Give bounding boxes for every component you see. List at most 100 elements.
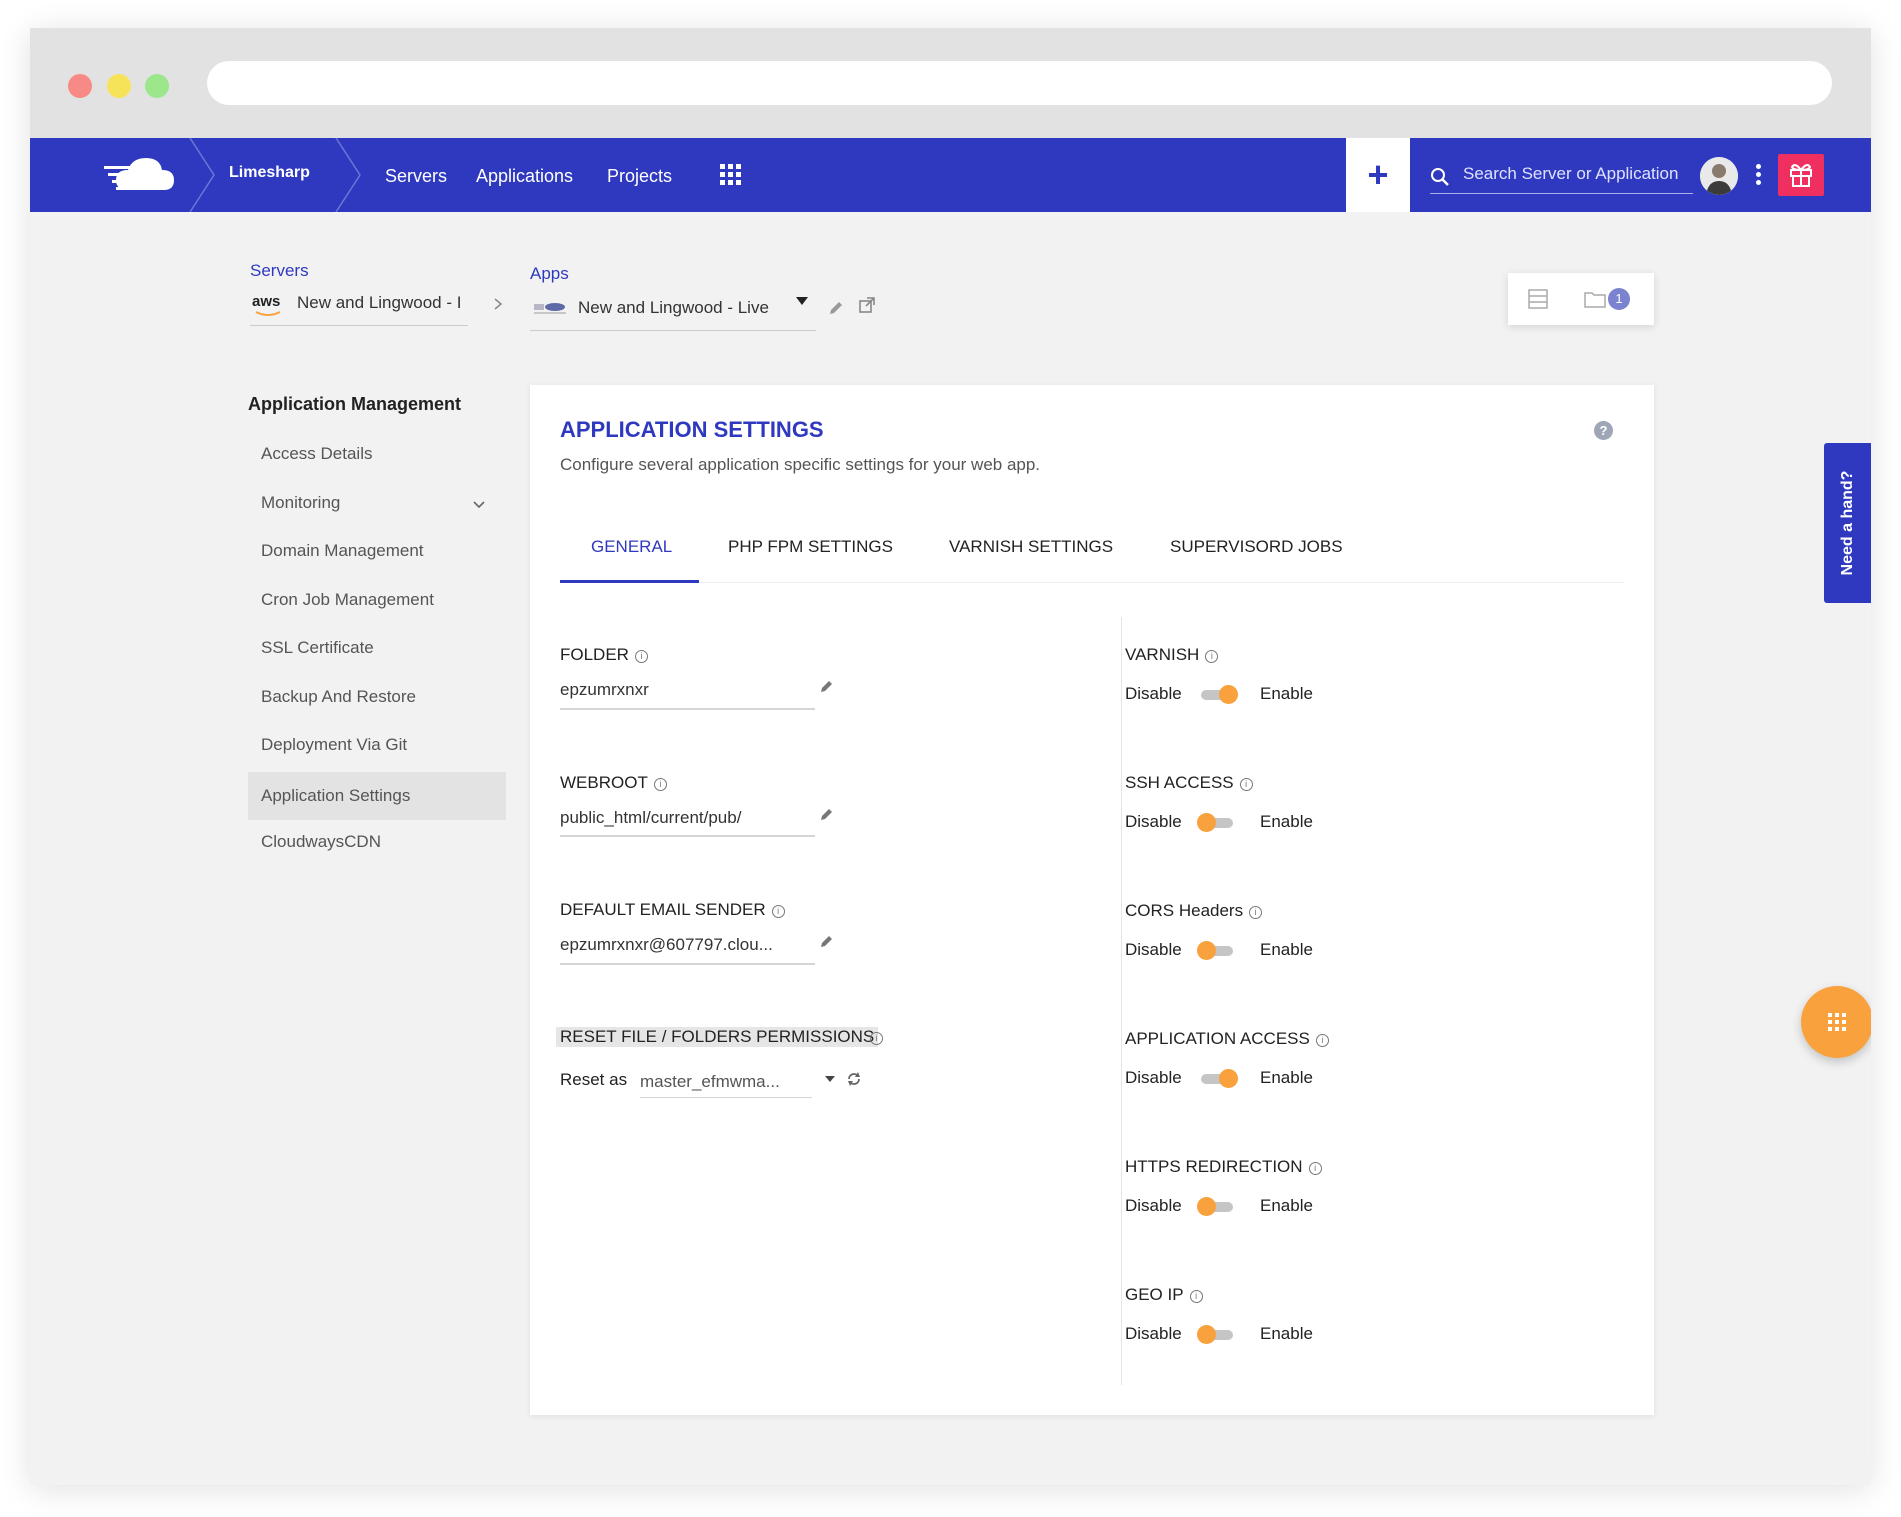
info-icon[interactable]: i (1205, 650, 1219, 663)
application-access-toggle-knob[interactable] (1219, 1069, 1238, 1088)
tabs-divider (560, 582, 1624, 583)
breadcrumb-apps-label: Apps (530, 264, 569, 283)
cors-headers-toggle-knob[interactable] (1197, 941, 1216, 960)
chevron-right-icon (494, 298, 503, 310)
aws-provider-icon: aws (252, 293, 281, 310)
edit-pencil-icon[interactable] (828, 300, 844, 316)
application-access-disable-label: Disable (1125, 1068, 1182, 1087)
info-icon[interactable]: i (870, 1032, 883, 1045)
php-stack-icon (534, 303, 566, 314)
nav-link-projects[interactable]: Projects (607, 166, 672, 187)
sidebar-item-domain-management[interactable]: Domain Management (248, 527, 506, 575)
application-settings-card: APPLICATION SETTINGS Configure several a… (530, 385, 1654, 1415)
chevron-down-icon[interactable] (472, 500, 486, 510)
sidebar-item-application-settings[interactable]: Application Settings (248, 772, 506, 820)
external-link-icon[interactable] (858, 296, 876, 314)
application-access-label: APPLICATION ACCESS i (1125, 1029, 1329, 1049)
avatar[interactable] (1700, 157, 1738, 195)
folder-icon[interactable] (1584, 290, 1606, 308)
page-title: APPLICATION SETTINGS (560, 417, 824, 442)
search-icon (1431, 168, 1449, 186)
nav-link-applications[interactable]: Applications (476, 166, 573, 187)
sidebar-item-backup-and-restore[interactable]: Backup And Restore (248, 673, 506, 721)
minimize-window-icon[interactable] (107, 74, 131, 98)
close-window-icon[interactable] (68, 74, 92, 98)
cors-headers-label: CORS Headers i (1125, 901, 1263, 921)
sidebar-item-cron-job-management[interactable]: Cron Job Management (248, 576, 506, 624)
view-toggle-box: 1 (1508, 273, 1654, 325)
page-subtitle: Configure several application specific s… (560, 455, 1041, 474)
info-icon[interactable]: i (1249, 906, 1263, 919)
maximize-window-icon[interactable] (145, 74, 169, 98)
edit-pencil-icon[interactable] (820, 807, 834, 821)
refresh-icon[interactable] (846, 1071, 862, 1087)
sidebar-item-ssl-certificate[interactable]: SSL Certificate (248, 624, 506, 672)
tab-general[interactable]: GENERAL (591, 537, 672, 557)
varnish-enable-label: Enable (1260, 684, 1313, 703)
quick-actions-button[interactable] (1801, 986, 1871, 1058)
sidebar-item-cloudwayscdn[interactable]: CloudwaysCDN (248, 818, 506, 866)
https-redirection-toggle-knob[interactable] (1197, 1197, 1216, 1216)
info-icon[interactable]: i (771, 905, 785, 918)
edit-pencil-icon[interactable] (820, 934, 834, 948)
tab-php-fpm-settings[interactable]: PHP FPM SETTINGS (728, 537, 893, 557)
ssh-access-disable-label: Disable (1125, 812, 1182, 831)
more-options-icon[interactable] (1756, 164, 1762, 186)
apps-grid-icon[interactable] (720, 164, 741, 185)
email-sender-field[interactable]: epzumrxnxr@607797.clou... (560, 935, 773, 955)
breadcrumb-chevron-icon (335, 138, 361, 212)
need-a-hand-label: Need a hand? (1839, 470, 1856, 576)
geo-ip-toggle-knob[interactable] (1197, 1325, 1216, 1344)
search-input[interactable]: Search Server or Application (1430, 158, 1693, 194)
email-sender-label: DEFAULT EMAIL SENDER i (560, 900, 785, 920)
app-selector-underline (530, 330, 816, 331)
folder-field-underline (560, 708, 815, 710)
application-access-enable-label: Enable (1260, 1068, 1313, 1087)
ssh-access-toggle-knob[interactable] (1197, 813, 1216, 832)
app-selector[interactable]: New and Lingwood - Live (578, 298, 769, 318)
info-icon[interactable]: i (1239, 778, 1253, 791)
webroot-field[interactable]: public_html/current/pub/ (560, 808, 741, 828)
reset-as-select[interactable]: master_efmwma... (640, 1072, 780, 1092)
sidebar-item-access-details[interactable]: Access Details (248, 430, 506, 478)
geo-ip-label: GEO IP i (1125, 1285, 1203, 1305)
column-divider (1121, 617, 1122, 1385)
chevron-down-icon[interactable] (824, 1075, 836, 1083)
tab-varnish-settings[interactable]: VARNISH SETTINGS (949, 537, 1113, 557)
breadcrumb-chevron-icon (189, 138, 215, 212)
brand-name[interactable]: Limesharp (229, 164, 310, 182)
tab-supervisord-jobs[interactable]: SUPERVISORD JOBS (1170, 537, 1343, 557)
sidebar-title: Application Management (248, 394, 462, 414)
info-icon[interactable]: i (653, 778, 667, 791)
reset-as-underline (640, 1097, 812, 1098)
webroot-field-underline (560, 835, 815, 837)
info-icon[interactable]: i (1315, 1034, 1329, 1047)
sidebar-item-deployment-via-git[interactable]: Deployment Via Git (248, 721, 506, 769)
info-icon[interactable]: i (1189, 1290, 1203, 1303)
gift-icon[interactable] (1778, 154, 1824, 196)
info-icon[interactable]: i (1308, 1162, 1322, 1175)
breadcrumb-servers-label: Servers (250, 261, 309, 280)
geo-ip-disable-label: Disable (1125, 1324, 1182, 1343)
server-selector[interactable]: New and Lingwood - I (297, 293, 461, 313)
edit-pencil-icon[interactable] (820, 679, 834, 693)
webroot-label: WEBROOT i (560, 773, 667, 793)
address-bar[interactable] (207, 61, 1832, 105)
https-redirection-disable-label: Disable (1125, 1196, 1182, 1215)
add-button[interactable]: + (1346, 138, 1410, 212)
help-icon[interactable]: ? (1594, 421, 1613, 440)
info-icon[interactable]: i (634, 650, 648, 663)
server-selector-underline (250, 325, 468, 326)
https-redirection-label: HTTPS REDIRECTION i (1125, 1157, 1322, 1177)
varnish-toggle-knob[interactable] (1219, 685, 1238, 704)
server-list-icon[interactable] (1528, 289, 1548, 309)
folder-field[interactable]: epzumrxnxr (560, 680, 649, 700)
chevron-down-icon[interactable] (795, 296, 809, 306)
sidebar-item-label: Monitoring (261, 493, 341, 512)
cloudways-logo-icon[interactable] (102, 152, 182, 198)
cors-headers-enable-label: Enable (1260, 940, 1313, 959)
apps-grid-icon (1828, 1013, 1846, 1031)
reset-as-label: Reset as (560, 1070, 628, 1089)
sidebar-item-monitoring[interactable]: Monitoring (248, 479, 506, 527)
nav-link-servers[interactable]: Servers (385, 166, 447, 187)
